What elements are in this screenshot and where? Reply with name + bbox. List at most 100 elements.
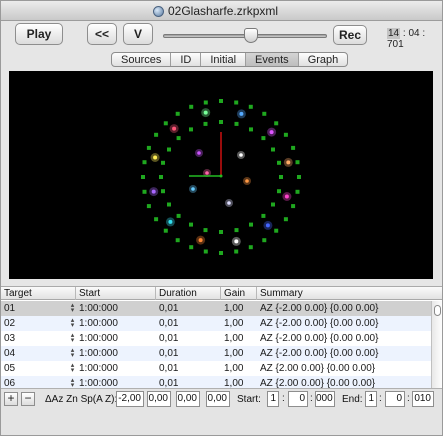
cell-start: 1:00:000 (79, 333, 118, 344)
tab-initial[interactable]: Initial (201, 53, 247, 66)
speaker-marker (189, 222, 193, 227)
time-hours: 14 (387, 28, 401, 39)
cell-gain: 1,00 (224, 363, 244, 374)
position-slider-knob[interactable] (244, 28, 258, 43)
source-dot (198, 238, 203, 243)
speaker-marker (141, 175, 145, 179)
cell-target: 01 (4, 303, 16, 314)
source-dot (191, 187, 195, 191)
row-stepper[interactable]: ▴ ▾ (69, 332, 76, 344)
cell-start: 1:00:000 (79, 318, 118, 329)
speaker-marker (189, 127, 193, 132)
column-start[interactable]: Start (76, 287, 156, 300)
speaker-marker (219, 99, 223, 103)
table-scrollbar[interactable] (431, 301, 442, 389)
table-row[interactable]: 03 ▴ ▾ 1:00:000 0,01 1,00 AZ {-2.00 0.00}… (1, 331, 431, 346)
column-duration[interactable]: Duration (156, 287, 221, 300)
sp-a-field[interactable]: 0,00 (176, 391, 200, 407)
start-bar-field[interactable]: 1 (267, 391, 279, 407)
speaker-marker (142, 189, 147, 194)
speaker-marker (146, 204, 151, 209)
speaker-marker (189, 245, 194, 250)
speaker-marker (261, 213, 266, 218)
spatial-view[interactable] (9, 71, 433, 279)
time-separator: : (310, 393, 313, 404)
table-row[interactable]: 04 ▴ ▾ 1:00:000 0,01 1,00 AZ {-2.00 0.00}… (1, 346, 431, 361)
speaker-marker (249, 222, 253, 227)
tab-id[interactable]: ID (171, 53, 202, 66)
column-target[interactable]: Target (1, 287, 76, 300)
column-summary[interactable]: Summary (257, 287, 431, 300)
cell-duration: 0,01 (159, 318, 179, 329)
speaker-marker (161, 189, 165, 194)
tab-events[interactable]: Events (246, 53, 299, 66)
speaker-marker (219, 251, 223, 255)
table-row[interactable]: 02 ▴ ▾ 1:00:000 0,01 1,00 AZ {-2.00 0.00}… (1, 316, 431, 331)
row-stepper[interactable]: ▴ ▾ (69, 302, 76, 314)
speaker-marker (159, 175, 163, 179)
delta-az-field[interactable]: -2,00 (116, 391, 144, 407)
speaker-marker (203, 228, 208, 233)
speaker-marker (146, 145, 151, 150)
table-row[interactable]: 05 ▴ ▾ 1:00:000 0,01 1,00 AZ {2.00 0.00} … (1, 361, 431, 376)
source-dot (286, 160, 291, 165)
table-header: Target Start Duration Gain Summary (1, 287, 442, 300)
speaker-marker (175, 111, 180, 116)
play-button[interactable]: Play (15, 23, 63, 45)
cell-gain: 1,00 (224, 318, 244, 329)
add-event-button[interactable]: + (4, 392, 18, 406)
cell-gain: 1,00 (224, 303, 244, 314)
time-separator: : (282, 393, 285, 404)
speaker-marker (234, 228, 239, 233)
speaker-marker (189, 104, 194, 109)
end-beat-field[interactable]: 0 (385, 391, 405, 407)
source-dot (234, 239, 239, 244)
speaker-marker (248, 245, 253, 250)
speaker-marker (203, 249, 208, 254)
cell-target: 04 (4, 348, 16, 359)
scrollbar-thumb[interactable] (434, 305, 441, 316)
end-bar-field[interactable]: 1 (365, 391, 377, 407)
start-label: Start: (237, 394, 261, 405)
speaker-marker (154, 132, 159, 137)
column-gain[interactable]: Gain (221, 287, 257, 300)
v-button[interactable]: V (123, 23, 153, 45)
cell-target: 02 (4, 318, 16, 329)
end-ms-field[interactable]: 010 (412, 391, 434, 407)
source-dot (205, 171, 209, 175)
remove-event-button[interactable]: − (21, 392, 35, 406)
record-button[interactable]: Rec (333, 25, 367, 45)
start-beat-field[interactable]: 0 (288, 391, 308, 407)
time-separator: : (379, 393, 382, 404)
source-dot (153, 155, 158, 160)
row-stepper[interactable]: ▴ ▾ (69, 362, 76, 374)
tab-graph[interactable]: Graph (299, 53, 348, 66)
source-dot (269, 130, 274, 135)
speaker-marker (163, 228, 168, 233)
window-title: 02Glasharfe.zrkpxml (168, 4, 279, 18)
source-dot (239, 153, 243, 157)
source-dot (197, 151, 201, 155)
speaker-marker (175, 238, 180, 243)
sp-z-field[interactable]: 0,00 (206, 391, 230, 407)
cell-summary: AZ {-2.00 0.00} {0.00 0.00} (260, 348, 379, 359)
zn-field[interactable]: 0,00 (147, 391, 171, 407)
document-icon (153, 5, 164, 17)
row-stepper[interactable]: ▴ ▾ (69, 317, 76, 329)
tab-sources[interactable]: Sources (112, 53, 172, 66)
speaker-marker (295, 189, 300, 194)
title-bar[interactable]: 02Glasharfe.zrkpxml (1, 1, 442, 21)
cell-target: 05 (4, 363, 16, 374)
speaker-marker (219, 230, 223, 234)
source-dot (151, 189, 156, 194)
param-label: ΔAz Zn Sp(A Z): (45, 394, 118, 405)
rewind-button[interactable]: << (87, 23, 117, 45)
event-editor-bar: + − ΔAz Zn Sp(A Z): -2,00 0,00 0,00 0,00… (1, 388, 442, 435)
time-display: 14 : 04 : 701 (387, 28, 442, 50)
table-row[interactable]: 01 ▴ ▾ 1:00:000 0,01 1,00 AZ {-2.00 0.00}… (1, 301, 431, 316)
row-stepper[interactable]: ▴ ▾ (69, 347, 76, 359)
start-ms-field[interactable]: 000 (315, 391, 335, 407)
speaker-marker (277, 189, 281, 194)
speaker-marker (291, 204, 296, 209)
app-window: 02Glasharfe.zrkpxml Play << V Rec 14 : 0… (0, 0, 443, 436)
